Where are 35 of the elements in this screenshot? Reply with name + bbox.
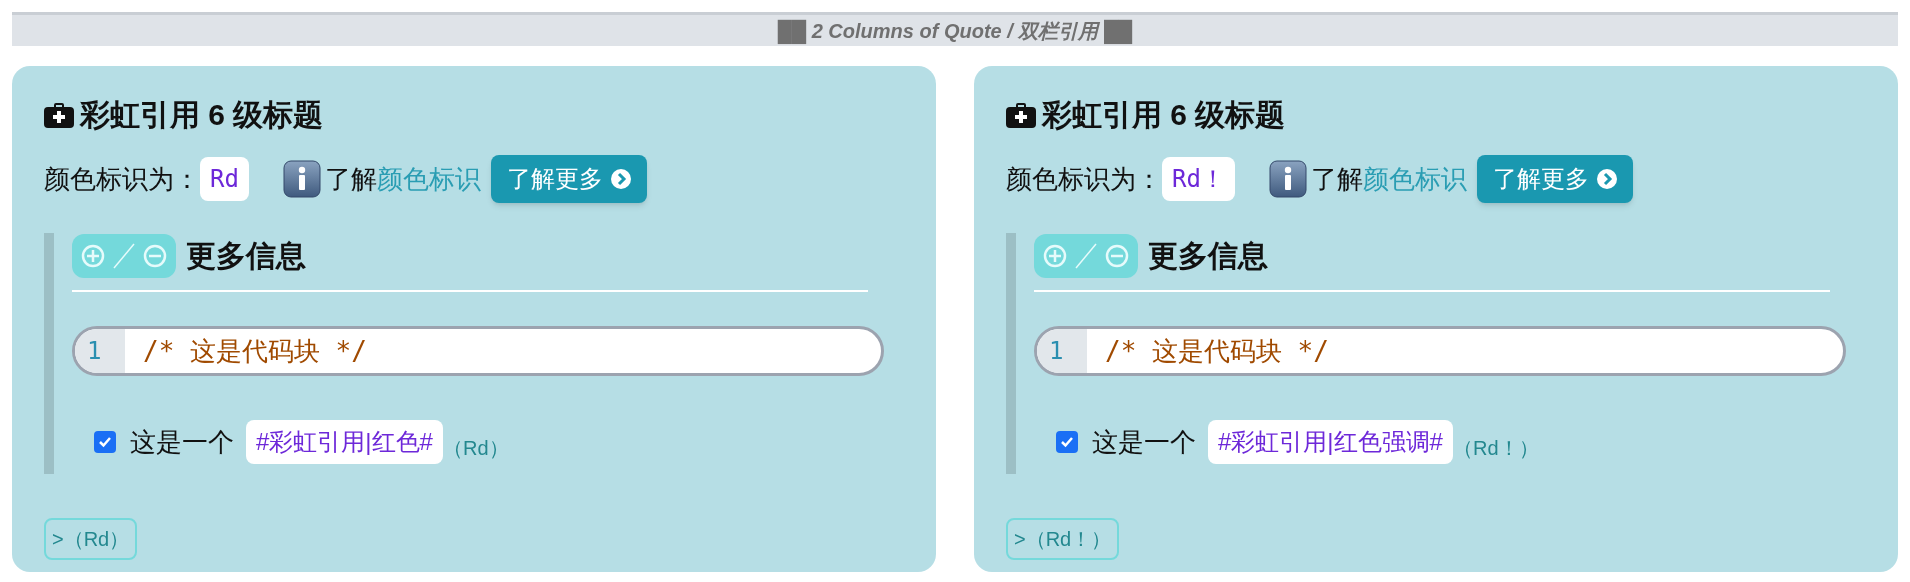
learn-more-button[interactable]: 了解更多: [1476, 155, 1633, 203]
line-number: 1: [75, 329, 125, 373]
checkbox[interactable]: [94, 431, 116, 453]
info-icon: [282, 160, 321, 198]
line-number: 1: [1037, 329, 1087, 373]
banner-title: ██ 2 Columns of Quote / 双栏引用 ██: [777, 18, 1133, 46]
color-link[interactable]: 颜色标识: [376, 159, 481, 199]
color-suffix: （Rd！）: [1452, 436, 1539, 461]
color-tag: >（Rd！）: [1006, 518, 1120, 560]
medical-kit-icon: [1006, 101, 1036, 128]
code-line: /* 这是代码块 */: [1104, 335, 1329, 368]
learn-text: 了解: [324, 162, 377, 196]
learn-more-button[interactable]: 了解更多: [490, 155, 647, 203]
color-link[interactable]: 颜色标识: [1362, 159, 1467, 199]
learn-text: 了解: [1310, 162, 1363, 196]
chevron-circle-icon: [610, 169, 631, 189]
details-title: 更多信息: [186, 238, 306, 274]
info-icon: [1268, 160, 1307, 198]
color-label: 颜色标识为：: [1006, 162, 1162, 196]
medical-kit-icon: [44, 101, 74, 128]
checkbox[interactable]: [1056, 431, 1078, 453]
task-text: 这是一个: [1092, 425, 1196, 459]
color-tag: >（Rd）: [44, 518, 138, 560]
tag-label: #彩虹引用|红色#: [246, 420, 443, 464]
color-suffix: （Rd）: [442, 436, 509, 461]
card-heading: 彩虹引用 6 级标题: [1042, 97, 1286, 133]
details-title: 更多信息: [1148, 238, 1268, 274]
color-label: 颜色标识为：: [44, 162, 200, 196]
code-line: /* 这是代码块 */: [142, 335, 367, 368]
card-heading: 彩虹引用 6 级标题: [80, 97, 324, 133]
chevron-circle-icon: [1596, 169, 1617, 189]
color-code: Rd: [200, 157, 249, 201]
tag-label: #彩虹引用|红色强调#: [1208, 420, 1453, 464]
color-code: Rd！: [1162, 157, 1235, 201]
task-text: 这是一个: [130, 425, 234, 459]
